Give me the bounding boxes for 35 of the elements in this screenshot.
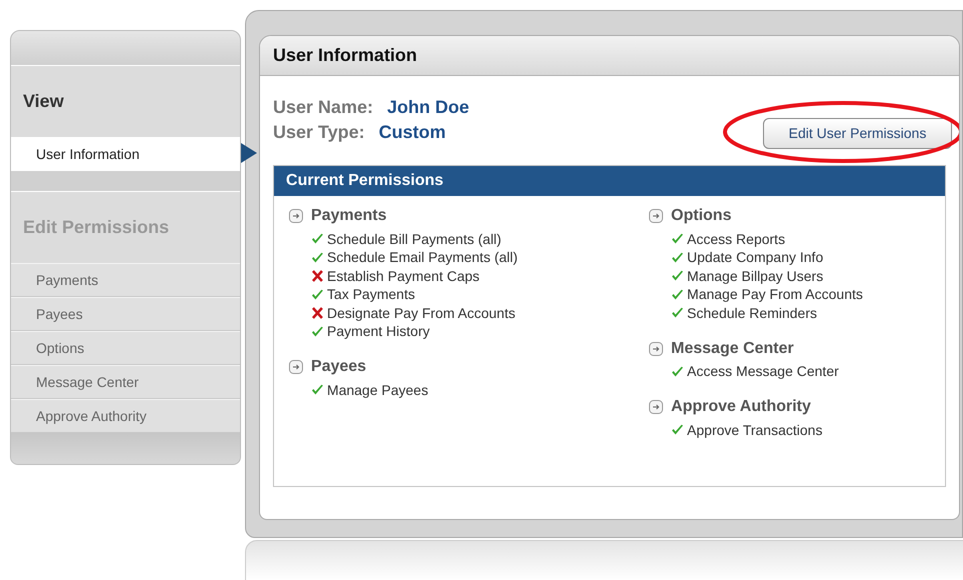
permission-label: Update Company Info bbox=[687, 248, 824, 268]
permission-label: Designate Pay From Accounts bbox=[327, 304, 516, 323]
permission-label: Manage Pay From Accounts bbox=[687, 285, 863, 304]
permissions-title: Current Permissions bbox=[286, 171, 444, 191]
permission-label: Manage Payees bbox=[327, 380, 428, 400]
permission-label: Approve Transactions bbox=[687, 420, 822, 440]
field-value: John Doe bbox=[387, 96, 470, 118]
field-value: Custom bbox=[378, 121, 446, 143]
pointer-arrow-icon bbox=[240, 143, 258, 163]
field-label: User Type: bbox=[273, 121, 365, 143]
permission-label: Schedule Bill Payments (all) bbox=[327, 230, 502, 249]
permission-label: Manage Billpay Users bbox=[687, 266, 824, 286]
edit-permissions-button[interactable]: Edit User Permissions bbox=[763, 118, 952, 149]
expand-icon[interactable] bbox=[289, 360, 304, 374]
permission-group-title: Payees bbox=[311, 357, 366, 377]
expand-icon[interactable] bbox=[649, 209, 664, 223]
panel-title: User Information bbox=[273, 44, 418, 67]
sidebar-heading: View bbox=[23, 90, 64, 113]
permission-label: Tax Payments bbox=[327, 285, 415, 304]
permission-group-title: Message Center bbox=[671, 338, 794, 358]
permission-label: Schedule Email Payments (all) bbox=[327, 248, 518, 268]
expand-icon[interactable] bbox=[649, 342, 664, 356]
expand-icon[interactable] bbox=[289, 209, 304, 223]
sidebar-item[interactable]: User Information bbox=[11, 137, 240, 171]
expand-icon[interactable] bbox=[649, 400, 664, 414]
sidebar-heading: Edit Permissions bbox=[23, 216, 170, 239]
permission-group-title: Options bbox=[671, 206, 732, 226]
permission-label: Payment History bbox=[327, 322, 430, 342]
field-label: User Name: bbox=[273, 96, 374, 118]
permission-label: Access Message Center bbox=[687, 362, 839, 382]
permission-group-title: Approve Authority bbox=[671, 397, 811, 417]
permission-label: Access Reports bbox=[687, 230, 786, 249]
permission-label: Schedule Reminders bbox=[687, 304, 817, 323]
permission-label: Establish Payment Caps bbox=[327, 266, 480, 286]
permission-group-title: Payments bbox=[311, 206, 387, 226]
